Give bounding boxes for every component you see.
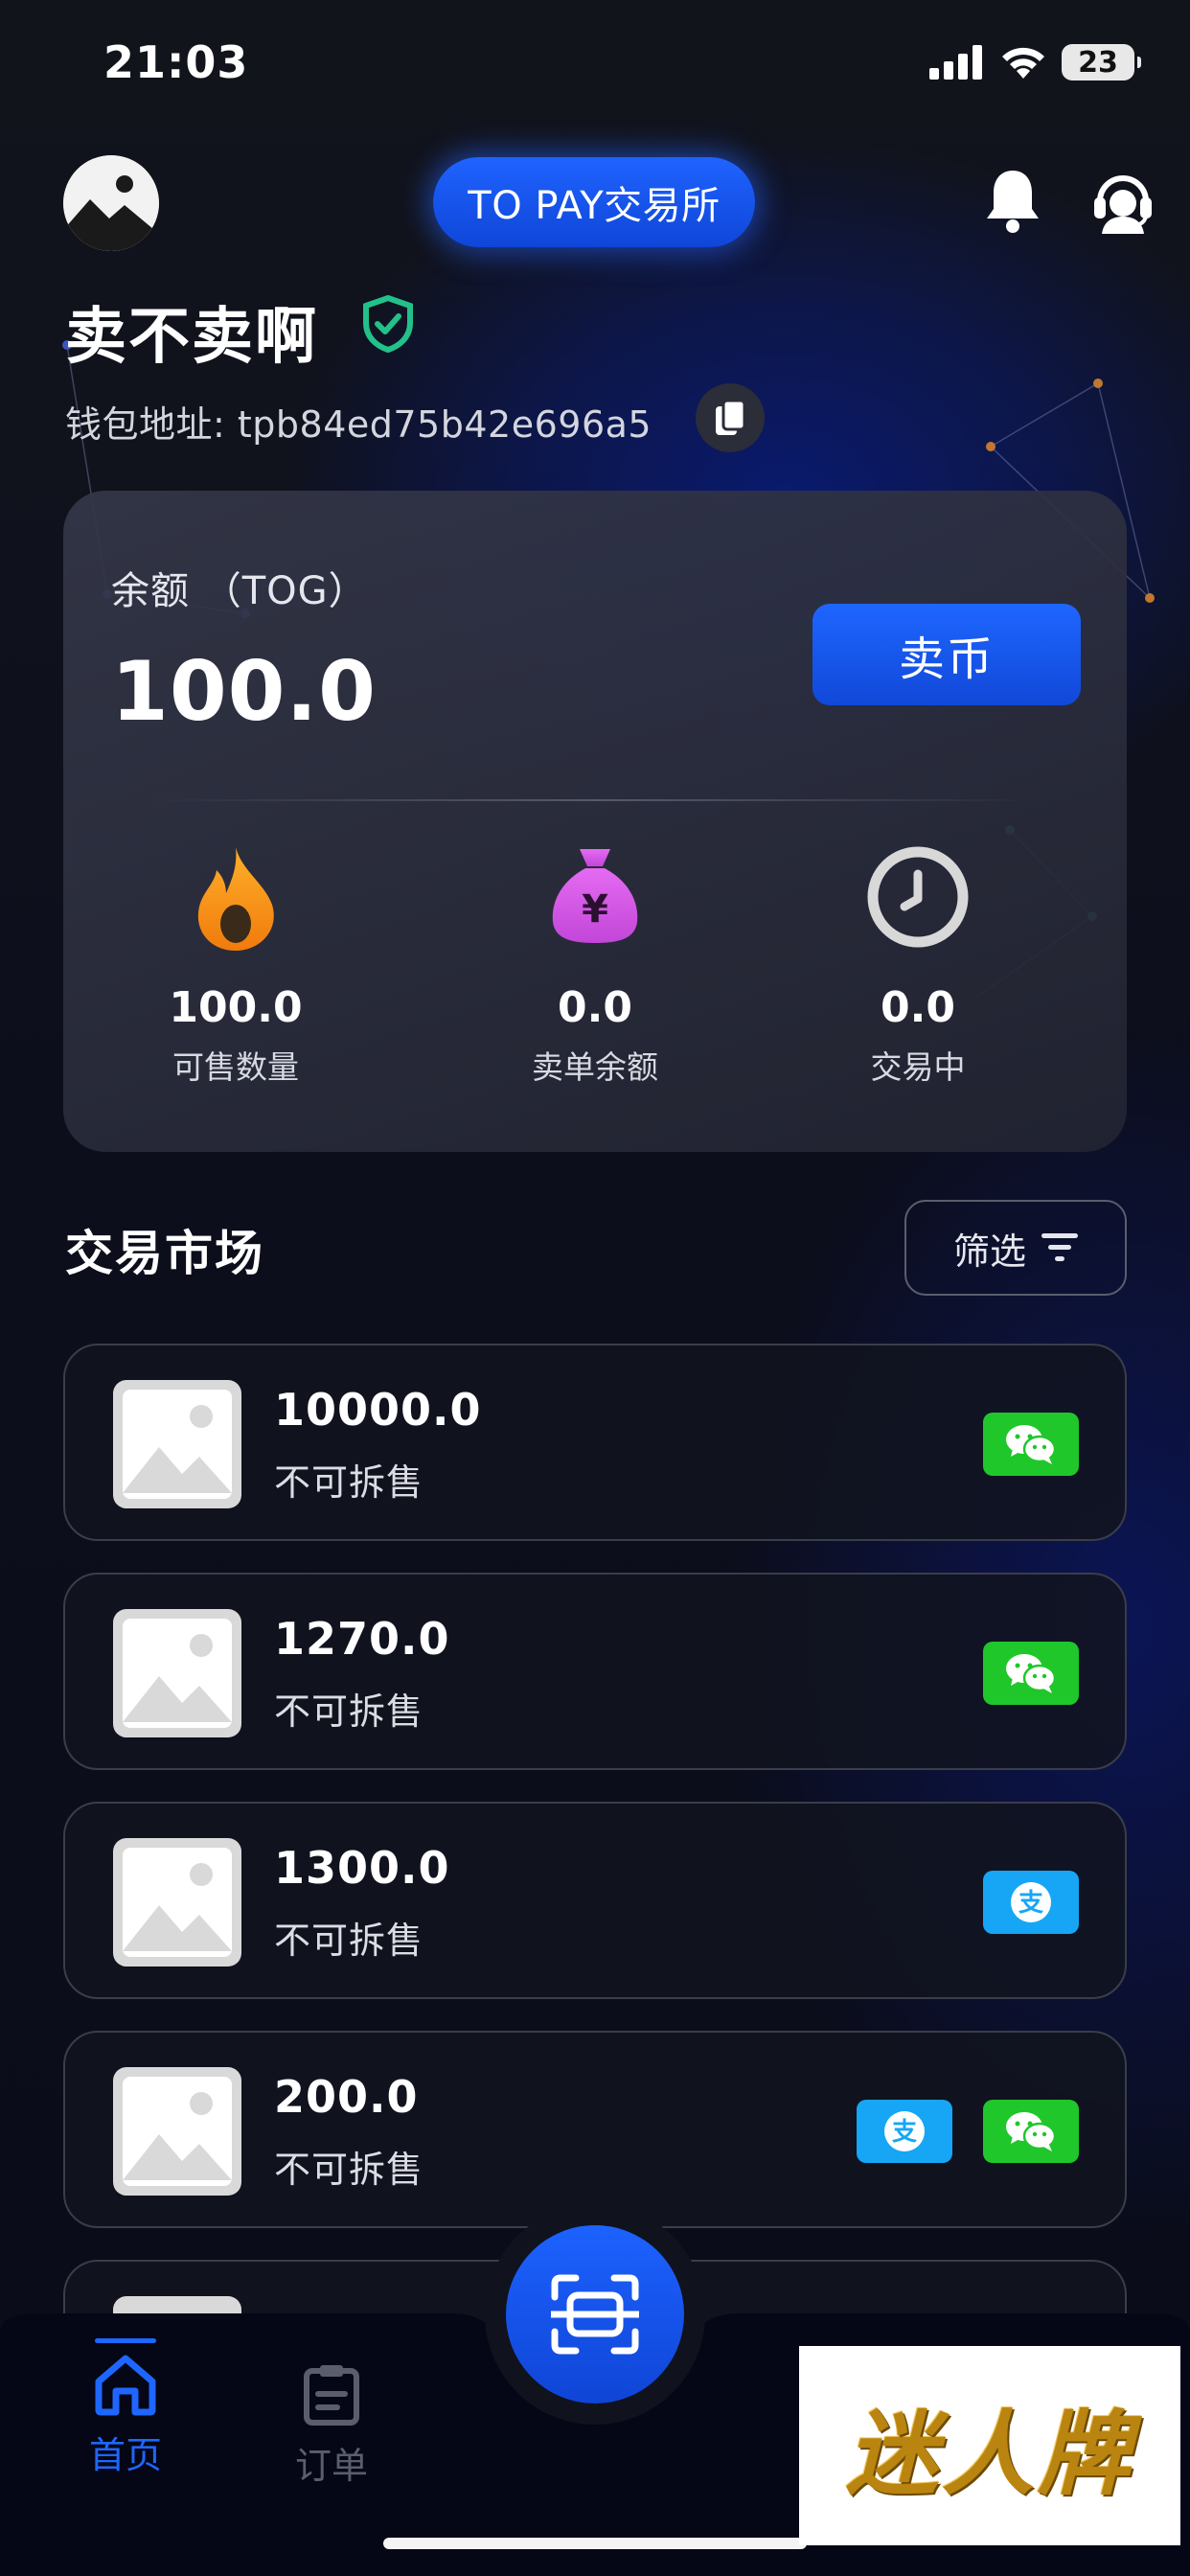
- alipay-icon: 支: [884, 2111, 925, 2151]
- nav-item-home[interactable]: 首页: [69, 2338, 182, 2478]
- listing-image: [113, 1380, 241, 1508]
- stat-trading-value: 0.0: [881, 983, 955, 1032]
- svg-text:支: 支: [892, 2118, 917, 2147]
- nav-active-indicator: [95, 2338, 156, 2343]
- fire-icon: [197, 847, 274, 951]
- user-name: 卖不卖啊: [65, 302, 318, 373]
- wechat-pay-badge: [983, 1413, 1079, 1476]
- customer-service-icon[interactable]: [1092, 169, 1154, 234]
- listing-row[interactable]: 1300.0 不可拆售 支: [63, 1802, 1127, 1999]
- nav-orders-label: 订单: [294, 2445, 368, 2487]
- home-icon: [95, 2355, 156, 2416]
- nav-item-orders[interactable]: 订单: [284, 2363, 379, 2489]
- listing-amount: 1270.0: [274, 1613, 450, 1665]
- wifi-icon: [1002, 47, 1044, 79]
- image-placeholder-icon: [123, 1390, 232, 1499]
- listing-note: 不可拆售: [274, 1920, 424, 1962]
- listing-note: 不可拆售: [274, 1461, 424, 1504]
- bell-icon[interactable]: [983, 167, 1042, 234]
- wechat-icon: [1006, 1425, 1057, 1464]
- alipay-badge: 支: [983, 1871, 1079, 1934]
- market-title: 交易市场: [65, 1226, 264, 1281]
- svg-text:¥: ¥: [582, 887, 608, 932]
- balance-value: 100.0: [111, 644, 378, 740]
- orders-icon: [304, 2365, 359, 2426]
- filter-icon: [1041, 1233, 1078, 1261]
- svg-text:支: 支: [1018, 1889, 1043, 1918]
- filter-label: 筛选: [952, 1230, 1026, 1273]
- wechat-pay-badge: [983, 2100, 1079, 2163]
- money-bag-icon: ¥: [552, 849, 638, 943]
- wechat-pay-badge: [983, 1642, 1079, 1705]
- scan-icon: [551, 2274, 639, 2355]
- filter-button[interactable]: 筛选: [904, 1200, 1127, 1296]
- listing-note: 不可拆售: [274, 1690, 424, 1733]
- alipay-icon: 支: [1011, 1882, 1051, 1922]
- card-divider: [149, 799, 1041, 801]
- scan-button[interactable]: [506, 2225, 684, 2404]
- stat-available-label: 可售数量: [172, 1048, 299, 1086]
- listing-amount: 10000.0: [274, 1384, 482, 1436]
- image-placeholder-icon: [63, 155, 159, 251]
- alipay-badge: 支: [857, 2100, 952, 2163]
- listing-row[interactable]: 10000.0 不可拆售: [63, 1344, 1127, 1541]
- status-icons: 23: [929, 44, 1141, 80]
- image-placeholder-icon: [123, 1619, 232, 1728]
- verified-shield-icon: [363, 295, 413, 353]
- balance-card: 余额 （TOG） 100.0 卖币 100.0 可售数量 ¥ 0.0 卖单余额: [63, 491, 1127, 1152]
- stat-trading-label: 交易中: [870, 1048, 966, 1086]
- listing-image: [113, 1838, 241, 1966]
- status-time: 21:03: [103, 36, 249, 88]
- wechat-icon: [1006, 1654, 1057, 1693]
- stat-available-value: 100.0: [169, 983, 303, 1032]
- wallet-address: 钱包地址: tpb84ed75b42e696a5: [65, 403, 652, 446]
- home-indicator: [383, 2538, 807, 2549]
- copy-icon: [716, 399, 746, 435]
- balance-label: 余额 （TOG）: [111, 569, 368, 613]
- listing-image: [113, 1609, 241, 1737]
- avatar[interactable]: [63, 155, 159, 251]
- image-placeholder-icon: [123, 2077, 232, 2186]
- stat-sell-order: ¥ 0.0 卖单余额: [451, 845, 739, 1088]
- watermark-logo: 迷人牌: [799, 2346, 1180, 2545]
- exchange-title: TO PAY交易所: [433, 157, 755, 247]
- wechat-icon: [1006, 2112, 1057, 2151]
- nav-home-label: 首页: [88, 2434, 162, 2476]
- listing-row[interactable]: 200.0 不可拆售 支: [63, 2031, 1127, 2228]
- stat-trading: 0.0 交易中: [774, 845, 1062, 1088]
- stat-sell-order-value: 0.0: [558, 983, 632, 1032]
- stat-sell-order-label: 卖单余额: [532, 1048, 658, 1086]
- listing-amount: 1300.0: [274, 1842, 450, 1894]
- sell-coin-button[interactable]: 卖币: [812, 604, 1081, 705]
- listing-image: [113, 2067, 241, 2196]
- clock-icon: [867, 846, 969, 948]
- image-placeholder-icon: [123, 1848, 232, 1957]
- listing-row[interactable]: 1270.0 不可拆售: [63, 1573, 1127, 1770]
- listing-note: 不可拆售: [274, 2149, 424, 2191]
- listing-amount: 200.0: [274, 2071, 419, 2123]
- copy-address-button[interactable]: [696, 383, 765, 452]
- battery-indicator: 23: [1062, 44, 1141, 80]
- stat-available: 100.0 可售数量: [92, 845, 379, 1088]
- signal-icon: [929, 45, 982, 80]
- watermark-text: 迷人牌: [846, 2399, 1133, 2508]
